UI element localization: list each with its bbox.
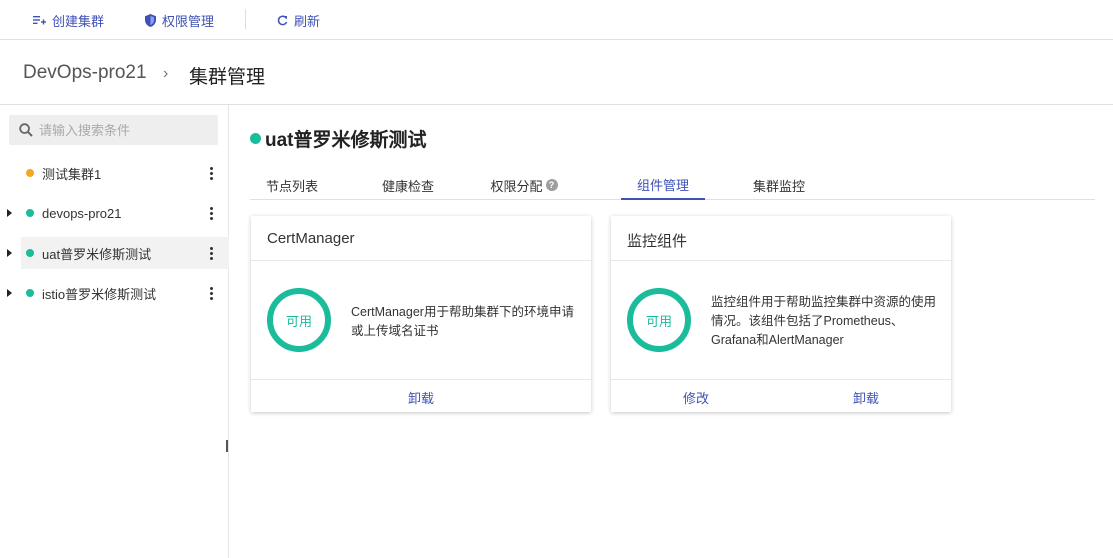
more-vert-icon[interactable] bbox=[205, 243, 217, 263]
sidebar-item-istio-prometheus-test[interactable]: istio普罗米修斯测试 bbox=[0, 277, 229, 309]
more-vert-icon[interactable] bbox=[205, 283, 217, 303]
refresh-button[interactable]: 刷新 bbox=[277, 0, 320, 40]
caret-right-icon[interactable] bbox=[7, 209, 12, 217]
tab-component-management[interactable]: 组件管理 bbox=[621, 170, 705, 200]
breadcrumb-parent[interactable]: DevOps-pro21 bbox=[23, 62, 147, 84]
page-title: 集群管理 bbox=[189, 67, 266, 88]
refresh-icon bbox=[277, 14, 288, 25]
create-cluster-button[interactable]: 创建集群 bbox=[33, 0, 104, 40]
status-text: 可用 bbox=[285, 313, 312, 329]
tab-label: 集群监控 bbox=[752, 178, 805, 194]
status-dot bbox=[26, 169, 34, 177]
sidebar-item-uat-prometheus-test[interactable]: uat普罗米修斯测试 bbox=[0, 237, 229, 269]
status-ring: 可用 bbox=[267, 288, 331, 352]
divider bbox=[611, 379, 951, 380]
permission-management-label: 权限管理 bbox=[162, 13, 215, 29]
card-description: CertManager用于帮助集群下的环境申请或上传域名证书 bbox=[351, 305, 574, 338]
shield-icon bbox=[145, 13, 156, 27]
cluster-title: uat普罗米修斯测试 bbox=[250, 125, 427, 152]
card-title: CertManager bbox=[267, 230, 355, 247]
caret-right-icon[interactable] bbox=[7, 249, 12, 257]
tab-node-list[interactable]: 节点列表 bbox=[250, 170, 334, 200]
component-card-certmanager: CertManager 可用 CertManager用于帮助集群下的环境申请或上… bbox=[251, 216, 591, 412]
refresh-label: 刷新 bbox=[294, 13, 321, 29]
playlist-add-icon bbox=[33, 16, 46, 25]
status-dot bbox=[250, 133, 261, 144]
sidebar-item-label: 测试集群1 bbox=[42, 166, 102, 182]
tab-bar: 节点列表 健康检查 权限分配 ? 组件管理 集群监控 bbox=[250, 170, 1095, 200]
tab-label: 节点列表 bbox=[265, 178, 318, 194]
sidebar-item-devops-pro21[interactable]: devops-pro21 bbox=[0, 197, 229, 229]
help-icon[interactable]: ? bbox=[545, 179, 558, 191]
tab-label: 健康检查 bbox=[381, 178, 434, 194]
status-dot bbox=[26, 249, 34, 257]
breadcrumb: DevOps-pro21 › 集群管理 bbox=[0, 40, 1113, 105]
sidebar-item-label: devops-pro21 bbox=[42, 205, 122, 221]
status-text: 可用 bbox=[645, 313, 672, 329]
sidebar: 测试集群1 devops-pro21 uat普罗米修斯测试 istio普罗米修斯… bbox=[0, 105, 229, 558]
chevron-right-icon: › bbox=[163, 65, 169, 82]
uninstall-button[interactable]: 卸载 bbox=[781, 386, 951, 408]
uninstall-button[interactable]: 卸载 bbox=[251, 386, 591, 408]
tab-label: 组件管理 bbox=[636, 177, 689, 193]
caret-right-icon[interactable] bbox=[7, 289, 12, 297]
sidebar-item-test-cluster-1[interactable]: 测试集群1 bbox=[0, 157, 229, 189]
cluster-name: uat普罗米修斯测试 bbox=[265, 130, 427, 151]
tab-permission-allocation[interactable]: 权限分配 ? bbox=[482, 170, 566, 200]
divider bbox=[251, 260, 591, 261]
status-dot bbox=[26, 289, 34, 297]
search-input[interactable] bbox=[39, 122, 199, 138]
sidebar-resize-handle[interactable] bbox=[226, 440, 228, 452]
card-title: 监控组件 bbox=[627, 233, 688, 250]
permission-management-button[interactable]: 权限管理 bbox=[145, 0, 214, 40]
tab-cluster-monitoring[interactable]: 集群监控 bbox=[737, 170, 821, 200]
card-description: 监控组件用于帮助监控集群中资源的使用情况。该组件包括了Prometheus、Gr… bbox=[711, 295, 937, 347]
tab-label: 权限分配 bbox=[490, 178, 543, 194]
component-card-monitoring: 监控组件 可用 监控组件用于帮助监控集群中资源的使用情况。该组件包括了Prome… bbox=[611, 216, 951, 412]
divider bbox=[611, 260, 951, 261]
more-vert-icon[interactable] bbox=[205, 163, 217, 183]
toolbar: 创建集群 权限管理 刷新 bbox=[0, 0, 1113, 40]
tab-health-check[interactable]: 健康检查 bbox=[366, 170, 450, 200]
more-vert-icon[interactable] bbox=[205, 203, 217, 223]
search-icon bbox=[19, 123, 33, 137]
sidebar-item-label: uat普罗米修斯测试 bbox=[42, 246, 152, 262]
toolbar-divider bbox=[245, 9, 246, 29]
search-box[interactable] bbox=[9, 115, 218, 145]
status-dot bbox=[26, 209, 34, 217]
divider bbox=[251, 379, 591, 380]
status-ring: 可用 bbox=[627, 288, 691, 352]
sidebar-item-label: istio普罗米修斯测试 bbox=[42, 286, 157, 302]
modify-button[interactable]: 修改 bbox=[611, 386, 781, 408]
create-cluster-label: 创建集群 bbox=[52, 13, 105, 29]
